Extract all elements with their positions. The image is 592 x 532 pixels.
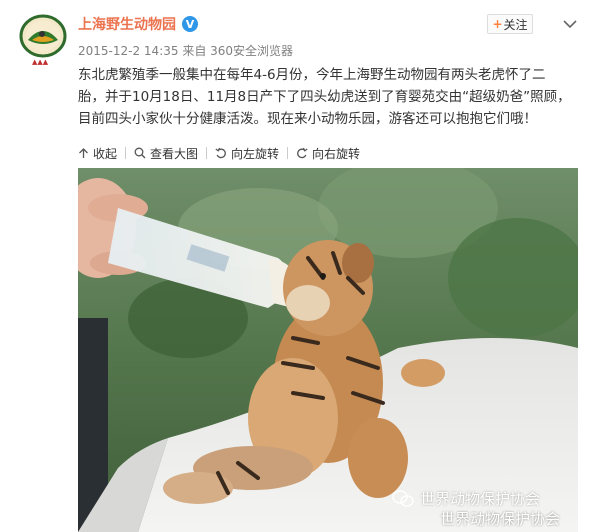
chevron-down-icon <box>563 20 577 29</box>
image-toolbar: 收起 查看大图 向左旋转 向右旋转 <box>78 143 360 163</box>
username-row: 上海野生动物园 V <box>78 14 198 34</box>
timestamp[interactable]: 2015-12-2 14:35 <box>78 44 179 58</box>
follow-label: 关注 <box>503 17 528 32</box>
view-large-label: 查看大图 <box>150 146 199 161</box>
collapse-label: 收起 <box>93 146 118 161</box>
watermark-secondary: 世界动物保护协会 <box>440 510 561 528</box>
rotate-left-icon <box>215 147 226 159</box>
post-source: 来自 360安全浏览器 <box>182 44 294 58</box>
toolbar-divider <box>206 147 208 159</box>
svg-text:▲▲▲: ▲▲▲ <box>32 58 49 66</box>
watermark-text: 世界动物保护协会 <box>420 490 541 508</box>
toolbar-divider <box>287 147 289 159</box>
view-large-button[interactable]: 查看大图 <box>134 145 198 162</box>
post-meta: 2015-12-2 14:35 来自 360安全浏览器 <box>78 42 293 59</box>
rotate-left-label: 向左旋转 <box>231 146 280 161</box>
plus-icon: + <box>492 17 503 31</box>
rotate-right-label: 向右旋转 <box>312 146 361 161</box>
collapse-icon <box>79 148 88 158</box>
post-text: 东北虎繁殖季一般集中在每年4-6月份，今年上海野生动物园有两头老虎怀了二 胎，并… <box>78 67 571 127</box>
post-photo[interactable] <box>78 168 578 532</box>
tiger-cub-photo <box>78 168 578 532</box>
more-options-button[interactable] <box>562 16 578 30</box>
wechat-icon <box>392 489 414 507</box>
avatar[interactable]: ▲▲▲ <box>18 12 68 66</box>
follow-button[interactable]: + 关注 <box>487 14 533 34</box>
collapse-button[interactable]: 收起 <box>78 145 117 162</box>
verified-icon: V <box>182 16 198 32</box>
username[interactable]: 上海野生动物园 <box>78 14 176 34</box>
toolbar-divider <box>125 147 127 159</box>
rotate-right-button[interactable]: 向右旋转 <box>296 145 360 162</box>
search-icon <box>134 147 146 159</box>
rotate-right-icon <box>297 147 308 159</box>
rotate-left-button[interactable]: 向左旋转 <box>215 145 279 162</box>
watermark: 世界动物保护协会 <box>392 488 540 509</box>
zoo-logo-avatar: ▲▲▲ <box>19 14 67 66</box>
